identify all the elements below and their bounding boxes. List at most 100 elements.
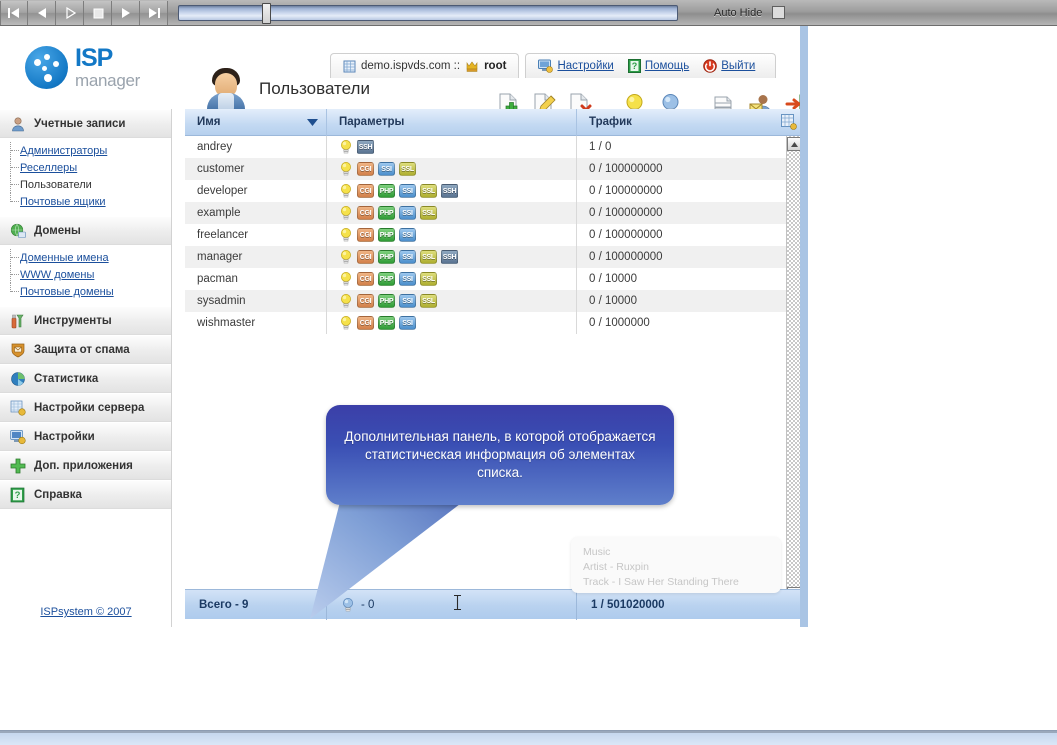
- bulb-on-icon: [339, 161, 353, 177]
- media-line-1: Music: [583, 545, 781, 560]
- pie-chart-icon: [10, 371, 26, 387]
- sidebar-item-mailboxes[interactable]: Почтовые ящики: [0, 193, 171, 210]
- cell-parameters: CGISSISSL: [327, 158, 577, 180]
- sidebar-item-mail-domains[interactable]: Почтовые домены: [0, 283, 171, 300]
- settings-link[interactable]: Настройки: [557, 60, 613, 72]
- sidebar-link-administrators[interactable]: Администраторы: [20, 145, 107, 157]
- cell-user-name[interactable]: andrey: [185, 136, 327, 158]
- cell-traffic: 0 / 1000000: [577, 317, 777, 329]
- sidebar-item-help[interactable]: ? Справка: [0, 480, 171, 509]
- table-row[interactable]: developerCGIPHPSSISSLSSH0 / 100000000: [185, 180, 786, 202]
- table-header-row: Имя Параметры Трафик: [185, 109, 800, 136]
- sidebar-link-mail-domains[interactable]: Почтовые домены: [20, 286, 114, 298]
- cell-parameters: CGI PHP SSI: [327, 312, 577, 334]
- sidebar-item-tools[interactable]: Инструменты: [0, 306, 171, 335]
- badge-ssl: SSL: [420, 250, 437, 264]
- table-row[interactable]: exampleCGIPHPSSISSL0 / 100000000: [185, 202, 786, 224]
- table-row[interactable]: pacmanCGIPHPSSISSL0 / 10000: [185, 268, 786, 290]
- column-settings-icon[interactable]: [777, 109, 800, 136]
- help-link[interactable]: Помощь: [645, 60, 689, 72]
- bulb-on-icon: [339, 205, 353, 221]
- cell-parameters: CGIPHPSSI: [327, 224, 577, 246]
- table-row[interactable]: customerCGISSISSL0 / 100000000: [185, 158, 786, 180]
- table-row[interactable]: wishmaster CGI PHP SSI 0 / 1000000: [185, 312, 786, 334]
- logout-link[interactable]: Выйти: [721, 60, 755, 72]
- session-user: root: [484, 60, 506, 72]
- sidebar-item-resellers[interactable]: Реселлеры: [0, 159, 171, 176]
- sidebar-link-mailboxes[interactable]: Почтовые ящики: [20, 196, 106, 208]
- column-header-name[interactable]: Имя: [185, 109, 327, 136]
- table-scrollbar[interactable]: [786, 136, 800, 603]
- play-button[interactable]: [56, 1, 84, 25]
- server-icon: [343, 60, 356, 73]
- ispsystem-link[interactable]: ISPsystem © 2007: [40, 606, 131, 618]
- badge-ssh: SSH: [357, 140, 374, 154]
- progress-slider-thumb[interactable]: [262, 3, 271, 24]
- cell-parameters: CGIPHPSSISSLSSH: [327, 180, 577, 202]
- sidebar-item-domain-names[interactable]: Доменные имена: [0, 249, 171, 266]
- sidebar-children-accounts: Администраторы Реселлеры Пользователи По…: [0, 138, 171, 216]
- desktop-bottom-strip: [0, 730, 1057, 745]
- cell-parameters: CGIPHPSSISSLSSH: [327, 246, 577, 268]
- status-total: Всего - 9: [185, 590, 327, 620]
- cell-user-name[interactable]: sysadmin: [185, 290, 327, 312]
- callout-tail: [310, 494, 485, 624]
- badge-ssh: SSH: [441, 250, 458, 264]
- badge-cgi: CGI: [357, 250, 374, 264]
- sidebar-item-extra-apps[interactable]: Доп. приложения: [0, 451, 171, 480]
- sidebar-item-server-settings[interactable]: Настройки сервера: [0, 393, 171, 422]
- sidebar-link-domain-names[interactable]: Доменные имена: [20, 252, 109, 264]
- badge-ssi: SSI: [399, 316, 416, 330]
- cell-user-name[interactable]: freelancer: [185, 224, 327, 246]
- sidebar-item-statistics[interactable]: Статистика: [0, 364, 171, 393]
- sidebar-link-resellers[interactable]: Реселлеры: [20, 162, 77, 174]
- progress-slider[interactable]: [178, 5, 678, 21]
- last-slide-button[interactable]: [140, 1, 168, 25]
- badge-cgi: CGI: [357, 228, 374, 242]
- cell-user-name[interactable]: customer: [185, 158, 327, 180]
- settings-link-wrap[interactable]: Настройки: [538, 59, 621, 73]
- sidebar-item-antispam[interactable]: Защита от спама: [0, 335, 171, 364]
- user-account-icon: [10, 116, 26, 132]
- page-title: Пользователи: [259, 79, 370, 99]
- previous-slide-button[interactable]: [28, 1, 56, 25]
- media-line-3: Track - I Saw Her Standing There: [583, 575, 781, 590]
- cell-user-name[interactable]: pacman: [185, 268, 327, 290]
- table-row[interactable]: sysadminCGIPHPSSISSL0 / 10000: [185, 290, 786, 312]
- sidebar-item-users[interactable]: Пользователи: [0, 176, 171, 193]
- badge-ssi: SSI: [399, 272, 416, 286]
- badge-php: PHP: [378, 250, 395, 264]
- table-row[interactable]: managerCGIPHPSSISSLSSH0 / 100000000: [185, 246, 786, 268]
- badge-ssl: SSL: [420, 206, 437, 220]
- cell-user-name[interactable]: example: [185, 202, 327, 224]
- table-row[interactable]: andreySSH1 / 0: [185, 136, 786, 158]
- help-book-icon: ?: [10, 487, 26, 503]
- auto-hide-checkbox[interactable]: [772, 6, 785, 19]
- sidebar-item-domains[interactable]: Домены: [0, 216, 171, 245]
- header-links: Настройки ? Помощь Выйти: [525, 53, 776, 78]
- next-slide-button[interactable]: [112, 1, 140, 25]
- table-row[interactable]: freelancerCGIPHPSSI0 / 100000000: [185, 224, 786, 246]
- column-header-params[interactable]: Параметры: [327, 109, 577, 136]
- sidebar-item-settings[interactable]: Настройки: [0, 422, 171, 451]
- badge-cgi: CGI: [357, 316, 374, 330]
- sidebar-item-administrators[interactable]: Администраторы: [0, 142, 171, 159]
- logout-link-wrap[interactable]: Выйти: [703, 59, 763, 73]
- scroll-up-button[interactable]: [787, 137, 801, 151]
- badge-php: PHP: [378, 316, 395, 330]
- cell-user-name[interactable]: manager: [185, 246, 327, 268]
- app-header: ISP manager Пользователи demo.ispvds.com…: [0, 26, 800, 109]
- sidebar-item-www-domains[interactable]: WWW домены: [0, 266, 171, 283]
- sidebar-link-www-domains[interactable]: WWW домены: [20, 269, 94, 281]
- column-header-traffic[interactable]: Трафик: [577, 109, 777, 136]
- badge-ssi: SSI: [378, 162, 395, 176]
- stop-button[interactable]: [84, 1, 112, 25]
- cell-user-name[interactable]: wishmaster: [185, 312, 327, 334]
- help-link-wrap[interactable]: ? Помощь: [628, 59, 697, 73]
- bulb-on-icon: [339, 227, 353, 243]
- first-slide-button[interactable]: [0, 1, 28, 25]
- cell-user-name[interactable]: developer: [185, 180, 327, 202]
- sidebar-item-accounts[interactable]: Учетные записи: [0, 109, 171, 138]
- sidebar-link-users: Пользователи: [20, 179, 92, 191]
- cell-parameters: CGIPHPSSISSL: [327, 202, 577, 224]
